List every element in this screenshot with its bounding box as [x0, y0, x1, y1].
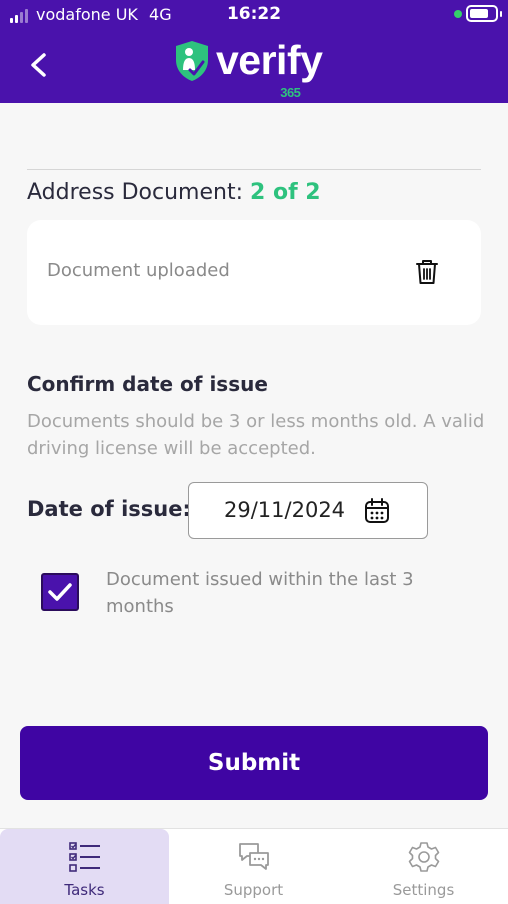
confirm-date-heading: Confirm date of issue — [27, 372, 268, 396]
tab-settings[interactable]: Settings — [339, 829, 508, 904]
logo-wordmark: verify 365 — [216, 37, 323, 101]
battery-level — [470, 9, 488, 18]
date-of-issue-label: Date of issue: — [27, 497, 191, 521]
tasks-icon — [69, 842, 100, 872]
privacy-indicator-icon — [454, 10, 462, 18]
shield-logo-icon — [176, 41, 208, 81]
logo-sub: 365 — [280, 85, 301, 100]
status-bar: vodafone UK 4G 16:22 — [0, 0, 508, 30]
checkmark-icon — [48, 583, 72, 601]
address-document-heading: Address Document: 2 of 2 — [27, 180, 321, 205]
section-divider — [27, 169, 481, 170]
address-document-label: Address Document: — [27, 180, 243, 205]
upload-status: Document uploaded — [47, 260, 230, 281]
tab-tasks[interactable]: Tasks — [0, 829, 169, 904]
submit-button[interactable]: Submit — [20, 726, 488, 800]
date-of-issue-field[interactable]: 29/11/2024 — [188, 482, 428, 539]
tab-support[interactable]: Support — [169, 829, 338, 904]
verify-logo: verify 365 — [174, 37, 323, 101]
tab-support-label: Support — [223, 881, 284, 899]
battery-cap — [500, 11, 502, 17]
tab-settings-label: Settings — [392, 881, 455, 899]
back-icon[interactable] — [26, 50, 54, 80]
issued-recently-label: Document issued within the last 3 months — [106, 569, 414, 617]
logo-text: verify — [216, 37, 323, 83]
bottom-tab-bar: Tasks Support Settings — [0, 828, 508, 904]
uploaded-document-card: Document uploaded — [27, 220, 481, 325]
app-header: vodafone UK 4G 16:22 verify 365 — [0, 0, 508, 103]
battery-icon — [466, 5, 498, 22]
issued-recently-checkbox[interactable] — [41, 573, 79, 611]
chat-icon — [239, 843, 269, 870]
confirm-date-description: Documents should be 3 or less months old… — [27, 411, 485, 459]
calendar-icon[interactable] — [364, 497, 390, 525]
tab-tasks-label: Tasks — [64, 881, 105, 899]
gear-icon — [408, 842, 440, 872]
address-document-count: 2 of 2 — [250, 180, 321, 205]
status-time: 16:22 — [226, 4, 282, 24]
trash-icon[interactable] — [414, 258, 440, 286]
date-of-issue-value: 29/11/2024 — [224, 498, 346, 522]
